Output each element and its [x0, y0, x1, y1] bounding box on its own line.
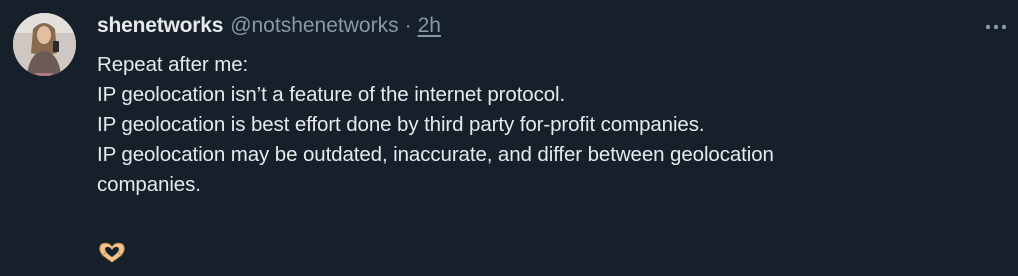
- tweet-text-line: Repeat after me:: [97, 53, 249, 76]
- tweet-text: Repeat after me: IP geolocation isn’t a …: [97, 50, 978, 200]
- heart-hands-icon: [97, 240, 127, 264]
- more-options-icon[interactable]: [983, 14, 1009, 40]
- separator-dot: ·: [404, 14, 412, 37]
- tweet-text-line: IP geolocation is best effort done by th…: [97, 113, 705, 136]
- display-name[interactable]: shenetworks: [97, 14, 223, 38]
- tweet-content: shenetworks @notshenetworks · 2h Repeat …: [97, 14, 978, 200]
- tweet-header: shenetworks @notshenetworks · 2h: [97, 14, 978, 44]
- avatar[interactable]: [13, 13, 76, 76]
- timestamp-link[interactable]: 2h: [418, 14, 441, 38]
- tweet-text-line: companies.: [97, 173, 201, 196]
- tweet: shenetworks @notshenetworks · 2h Repeat …: [0, 0, 1018, 276]
- user-handle[interactable]: @notshenetworks: [230, 14, 398, 38]
- tweet-text-line: IP geolocation may be outdated, inaccura…: [97, 143, 774, 166]
- tweet-text-line: IP geolocation isn’t a feature of the in…: [97, 83, 566, 106]
- avatar-photo: [13, 13, 76, 76]
